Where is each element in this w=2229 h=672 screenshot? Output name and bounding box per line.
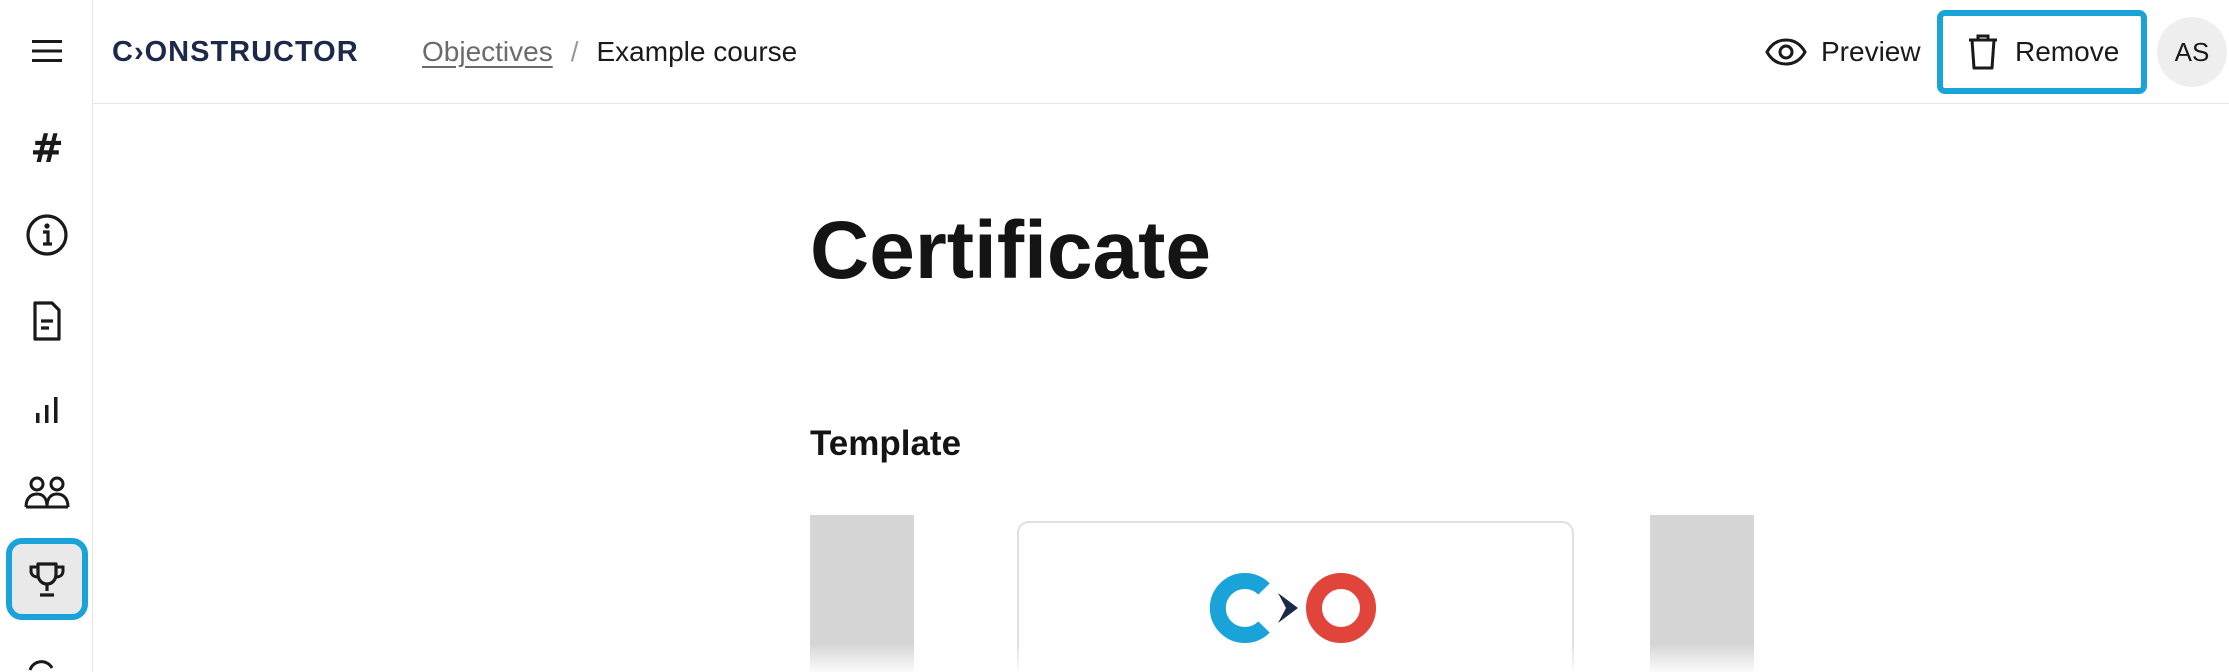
breadcrumb-separator: /	[570, 36, 579, 67]
breadcrumb: Objectives / Example course	[422, 32, 797, 72]
bar-chart-icon	[36, 397, 58, 423]
people-icon	[24, 476, 70, 509]
preview-fade	[810, 644, 1754, 672]
sidebar-item-certificate[interactable]	[6, 538, 88, 620]
breadcrumb-objectives-link[interactable]: Objectives	[422, 36, 553, 68]
user-avatar[interactable]: AS	[2157, 17, 2227, 87]
remove-button[interactable]: Remove	[1937, 10, 2147, 94]
sidebar-item-hashtags[interactable]: #	[12, 114, 82, 184]
breadcrumb-current: Example course	[596, 36, 798, 67]
sidebar: #	[0, 0, 93, 672]
preview-label: Preview	[1821, 36, 1921, 67]
top-header: C›ONSTRUCTOR Objectives / Example course…	[93, 0, 2229, 104]
document-icon	[33, 301, 61, 341]
logo-text: C›ONSTRUCTOR	[112, 35, 359, 68]
preview-button[interactable]: Preview	[1765, 24, 1921, 80]
app-logo[interactable]: C›ONSTRUCTOR	[112, 34, 359, 70]
hamburger-icon	[32, 40, 62, 62]
eye-icon	[1765, 38, 1807, 66]
trash-icon	[1969, 34, 1997, 70]
page-title: Certificate	[810, 205, 1212, 296]
certificate-template-preview[interactable]	[810, 515, 1754, 672]
hash-icon: #	[30, 126, 64, 172]
section-title-template: Template	[810, 424, 962, 463]
sidebar-item-document[interactable]	[12, 286, 82, 356]
loading-icon	[28, 660, 54, 671]
brand-logo-icon	[1209, 573, 1376, 643]
remove-label: Remove	[2015, 36, 2120, 67]
sidebar-item-analytics[interactable]	[12, 372, 82, 442]
sidebar-item-participants[interactable]	[12, 458, 82, 528]
sidebar-item-info[interactable]	[12, 200, 82, 270]
trophy-icon	[29, 562, 65, 597]
avatar-initials: AS	[2174, 36, 2210, 67]
info-icon	[26, 214, 68, 256]
menu-button[interactable]	[12, 16, 82, 86]
